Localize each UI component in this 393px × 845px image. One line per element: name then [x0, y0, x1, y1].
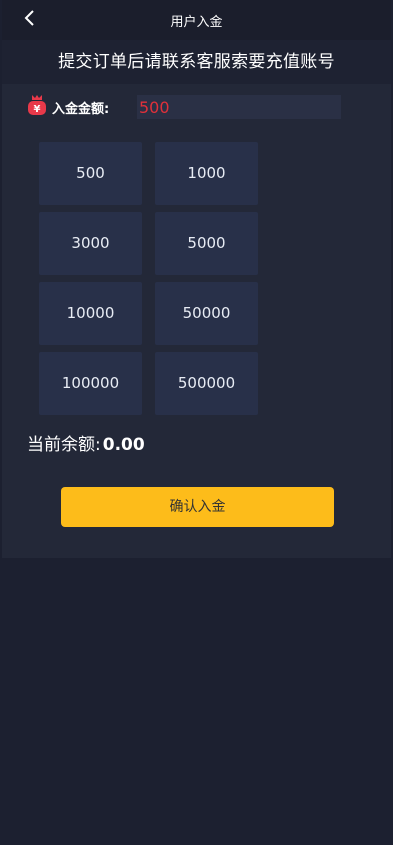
amount-option[interactable]: 5000	[155, 212, 258, 275]
amount-option[interactable]: 3000	[39, 212, 142, 275]
balance-value: 0.00	[102, 435, 145, 455]
amount-option[interactable]: 500	[39, 142, 142, 205]
amount-option[interactable]: 50000	[155, 282, 258, 345]
balance-label: 当前余额:	[27, 435, 101, 455]
amount-option[interactable]: 10000	[39, 282, 142, 345]
money-bag-icon: ¥	[28, 95, 46, 115]
amount-row: ¥ 入金金额:	[27, 94, 347, 120]
page-title: 用户入金	[170, 15, 223, 30]
amount-label: 入金金额:	[52, 102, 110, 117]
amount-option[interactable]: 500000	[155, 352, 258, 415]
balance-display: 当前余额: 0.00	[27, 430, 145, 455]
notice-banner: 提交订单后请联系客服索要充值账号	[2, 40, 391, 84]
amount-option[interactable]: 100000	[39, 352, 142, 415]
top-bar: 用户入金	[2, 0, 391, 40]
svg-text:¥: ¥	[34, 104, 41, 115]
amount-input[interactable]	[137, 95, 341, 119]
confirm-deposit-button[interactable]: 确认入金	[61, 487, 334, 527]
amount-option[interactable]: 1000	[155, 142, 258, 205]
